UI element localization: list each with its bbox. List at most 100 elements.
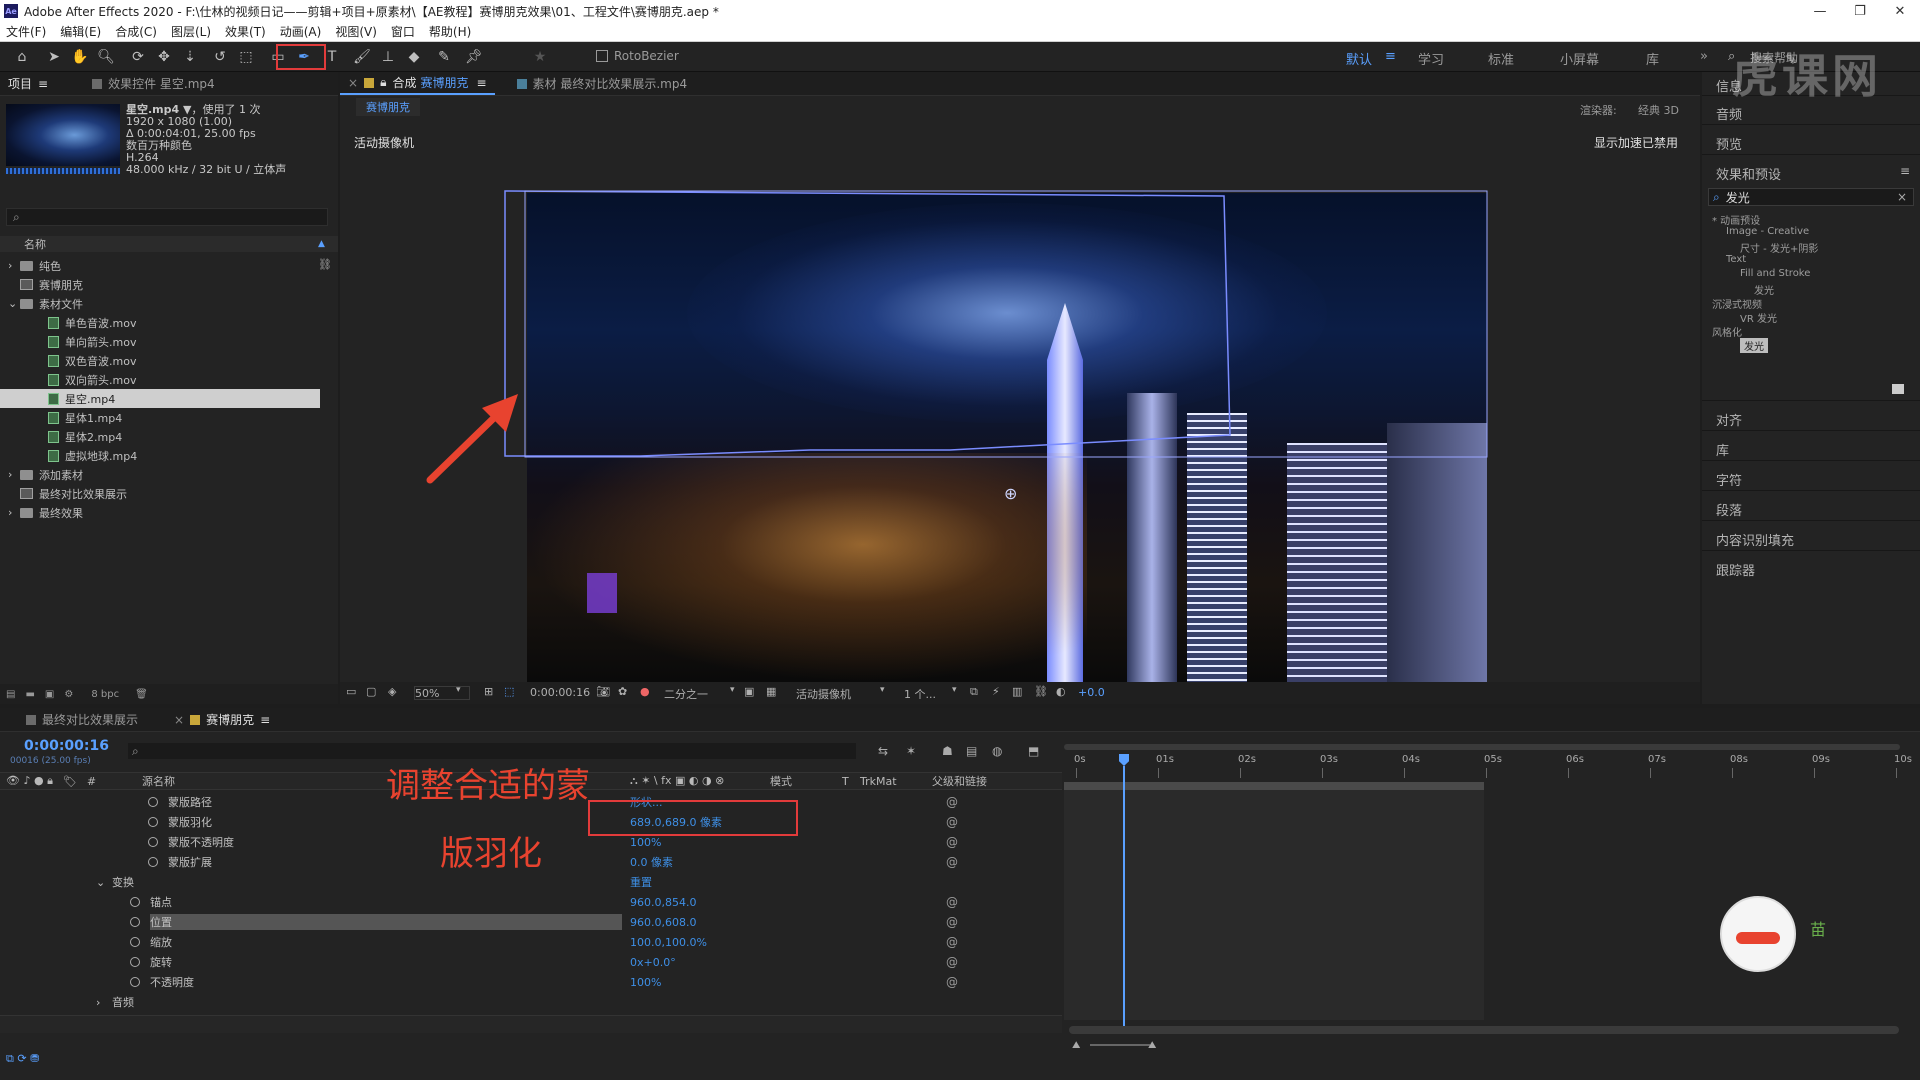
brush-tool-icon[interactable]: 🖌︎ [352, 47, 372, 67]
graph-editor-icon[interactable]: ⬒ [1028, 744, 1039, 758]
workspace-more-icon[interactable]: » [1700, 49, 1708, 64]
menu-effect[interactable]: 效果(T) [225, 23, 266, 40]
show-snapshot-icon[interactable]: ✿ [618, 685, 627, 698]
region-of-interest-icon[interactable]: ▣ [744, 685, 754, 698]
expand-arrow-icon[interactable]: ⌄ [96, 876, 105, 889]
character-panel-tab[interactable]: 字符 [1716, 470, 1742, 489]
project-item[interactable]: › 添加素材 [0, 465, 320, 484]
tab-effect-controls[interactable]: 效果控件 星空.mp4 [84, 72, 223, 95]
exposure-reset-icon[interactable]: ◐ [1056, 685, 1066, 698]
effects-tree-item[interactable]: 尺寸 - 发光+阴影 [1740, 240, 1818, 255]
effects-tree-item[interactable]: 发光 [1754, 282, 1774, 297]
property-group-row[interactable]: › 音频 [0, 992, 1060, 1012]
zoom-in-icon[interactable]: ⛰ [1148, 1040, 1156, 1051]
panel-menu-icon[interactable]: ≡ [1900, 164, 1910, 178]
effects-presets-tab[interactable]: 效果和预设 [1716, 164, 1781, 183]
project-item[interactable]: › 纯色 [0, 256, 320, 275]
workspace-default[interactable]: 默认 [1346, 49, 1372, 68]
eraser-tool-icon[interactable]: ◆ [404, 47, 424, 67]
clone-stamp-icon[interactable]: ⊥ [378, 47, 398, 67]
layer-row-next[interactable] [0, 1015, 1062, 1033]
new-composition-icon[interactable]: ▣ [45, 689, 54, 700]
project-item[interactable]: 星空.mp4 [0, 389, 320, 408]
av-features-icon[interactable]: 👁︎ ♪ ● 🔒︎ [6, 774, 53, 788]
property-row[interactable]: 不透明度 100% @ [0, 972, 1124, 992]
rotobezier-checkbox[interactable] [596, 50, 608, 62]
expand-arrow-icon[interactable]: ⌄ [8, 297, 20, 310]
layer-duration-bar[interactable] [1064, 782, 1484, 790]
comp-breadcrumb[interactable]: 赛博朋克 [356, 98, 420, 116]
selection-tool-icon[interactable]: ➤ [44, 47, 64, 67]
restore-button[interactable]: ❐ [1840, 0, 1880, 22]
dolly-camera-icon[interactable]: ⇣ [180, 47, 200, 67]
renderer-value[interactable]: 经典 3D [1638, 102, 1679, 118]
new-preset-icon[interactable] [1892, 384, 1904, 394]
roto-brush-icon[interactable]: ✎ [434, 47, 454, 67]
effects-search-input[interactable]: ⌕ 发光 × [1708, 188, 1914, 206]
timeline-footer-icons[interactable]: ⧉ ⟳ ⛃ [6, 1052, 39, 1066]
motion-blur-icon[interactable]: ◍ [992, 744, 1002, 758]
workspace-libraries[interactable]: 库 [1646, 49, 1659, 68]
new-folder-icon[interactable]: ▬ [25, 689, 34, 700]
sort-ascending-icon[interactable]: ▲ [318, 239, 325, 249]
panel-menu-icon[interactable]: ≡ [260, 713, 270, 727]
shy-layers-icon[interactable]: ☗ [942, 744, 953, 758]
align-panel-tab[interactable]: 对齐 [1716, 410, 1742, 429]
project-item[interactable]: 单向箭头.mov [0, 332, 320, 351]
effects-tree-item[interactable]: 发光 [1740, 338, 1768, 353]
menu-composition[interactable]: 合成(C) [115, 23, 157, 40]
chevron-down-icon[interactable]: ▾ [730, 685, 735, 695]
stopwatch-icon[interactable] [148, 797, 158, 807]
toggle-pixel-aspect-icon[interactable]: ⧉ [970, 685, 978, 699]
panel-menu-icon[interactable]: ≡ [38, 77, 48, 91]
timeline-search-input[interactable]: ⌕ [128, 743, 856, 759]
zoom-tool-icon[interactable]: 🔍︎ [96, 47, 116, 67]
menu-help[interactable]: 帮助(H) [429, 23, 471, 40]
safe-zones-icon[interactable]: ⊞ [484, 685, 493, 698]
fit-icon[interactable]: ▢ [366, 685, 376, 698]
project-item[interactable]: 双色音波.mov [0, 351, 320, 370]
property-value[interactable]: 960.0,608.0 [630, 916, 696, 929]
stopwatch-icon[interactable] [130, 897, 140, 907]
tab-timeline-cyberpunk[interactable]: × 赛博朋克 ≡ [166, 708, 278, 731]
project-item[interactable]: › 最终效果 [0, 503, 320, 522]
preview-panel-tab[interactable]: 预览 [1716, 134, 1742, 153]
minimize-button[interactable]: — [1800, 0, 1840, 22]
menu-window[interactable]: 窗口 [391, 23, 415, 40]
project-item[interactable]: ⌄ 素材文件 [0, 294, 320, 313]
effects-tree-item[interactable]: Text [1726, 254, 1746, 265]
zoom-out-icon[interactable]: ⛰ [1072, 1040, 1080, 1051]
content-aware-fill-tab[interactable]: 内容识别填充 [1716, 530, 1794, 549]
zoom-slider[interactable] [1090, 1044, 1150, 1046]
resolution-select[interactable]: 二分之一 [664, 686, 708, 702]
views-select[interactable]: 1 个... [904, 686, 936, 702]
property-row[interactable]: 旋转 0x+0.0° @ [0, 952, 1124, 972]
flowchart-icon[interactable]: ⛓ [1034, 685, 1048, 698]
close-tab-icon[interactable]: × [348, 76, 358, 90]
column-source-name[interactable]: 源名称 [142, 773, 175, 789]
work-area-bar[interactable] [1064, 744, 1900, 750]
stopwatch-icon[interactable] [148, 817, 158, 827]
hand-tool-icon[interactable]: ✋ [70, 47, 90, 67]
workspace-small-screen[interactable]: 小屏幕 [1560, 49, 1599, 68]
expression-pickwhip-icon[interactable]: @ [946, 935, 958, 949]
project-search-input[interactable]: ⌕ [6, 208, 328, 226]
property-value[interactable]: 100% [630, 976, 661, 989]
workspace-standard[interactable]: 标准 [1488, 49, 1514, 68]
tab-composition[interactable]: × 🔒︎ 合成 赛博朋克 ≡ [340, 72, 495, 95]
lock-icon[interactable]: 🔒︎ [380, 75, 386, 90]
menu-animation[interactable]: 动画(A) [280, 23, 322, 40]
color-depth[interactable]: 8 bpc [91, 689, 119, 700]
interpret-footage-icon[interactable]: ▤ [6, 689, 15, 700]
project-item[interactable]: 虚拟地球.mp4 [0, 446, 320, 465]
expression-pickwhip-icon[interactable]: @ [946, 835, 958, 849]
tracker-panel-tab[interactable]: 跟踪器 [1716, 560, 1755, 579]
tab-project[interactable]: 项目 ≡ [0, 72, 56, 95]
viewer-timecode[interactable]: 0:00:00:16 [530, 686, 590, 699]
expand-arrow-icon[interactable]: › [8, 468, 20, 481]
current-time[interactable]: 0:00:00:16 [24, 738, 109, 754]
workspace-menu-icon[interactable]: ≡ [1385, 49, 1396, 64]
project-item[interactable]: 最终对比效果展示 [0, 484, 320, 503]
mask-visibility-icon[interactable]: ⬚ [504, 685, 514, 698]
frame-blending-icon[interactable]: ▤ [966, 744, 977, 758]
